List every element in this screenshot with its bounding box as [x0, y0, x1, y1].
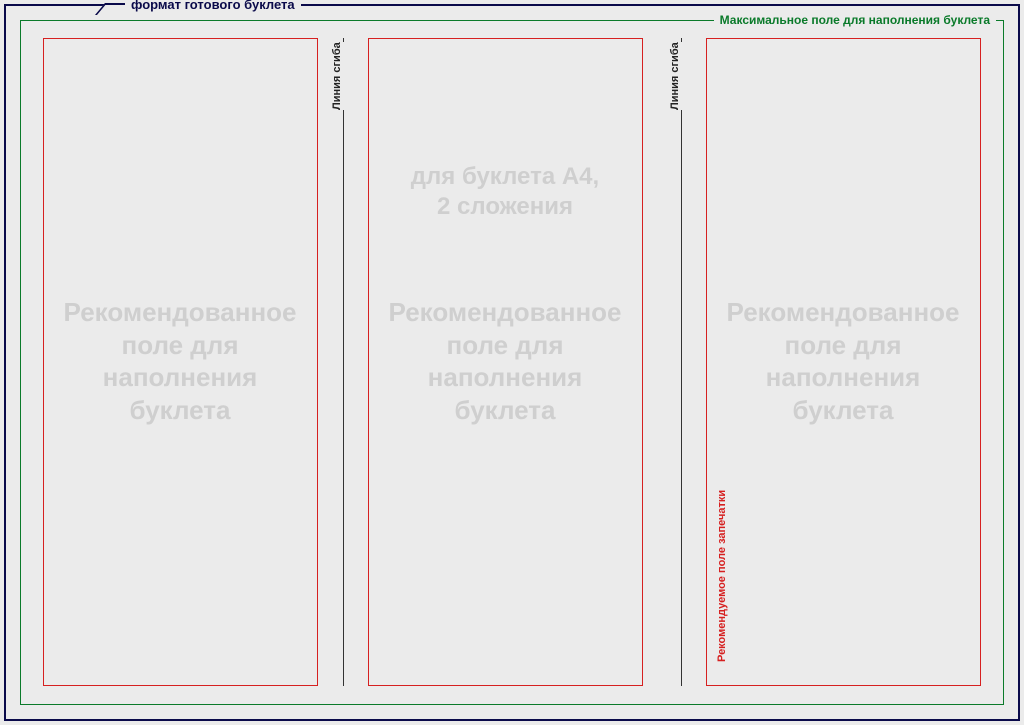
- fold-label-1: Линия сгиба: [329, 42, 345, 110]
- fold-label-2: Линия сгиба: [667, 42, 683, 110]
- fold-line-1: [343, 38, 344, 686]
- panel-1: [43, 38, 318, 686]
- print-area-label: Рекомендуемое поле запечатки: [714, 490, 730, 662]
- max-field-label: Максимальное поле для наполнения буклета: [714, 13, 996, 27]
- panel-3: [706, 38, 981, 686]
- format-label: формат готового буклета: [125, 0, 301, 12]
- fold-line-2: [681, 38, 682, 686]
- panel-2: [368, 38, 643, 686]
